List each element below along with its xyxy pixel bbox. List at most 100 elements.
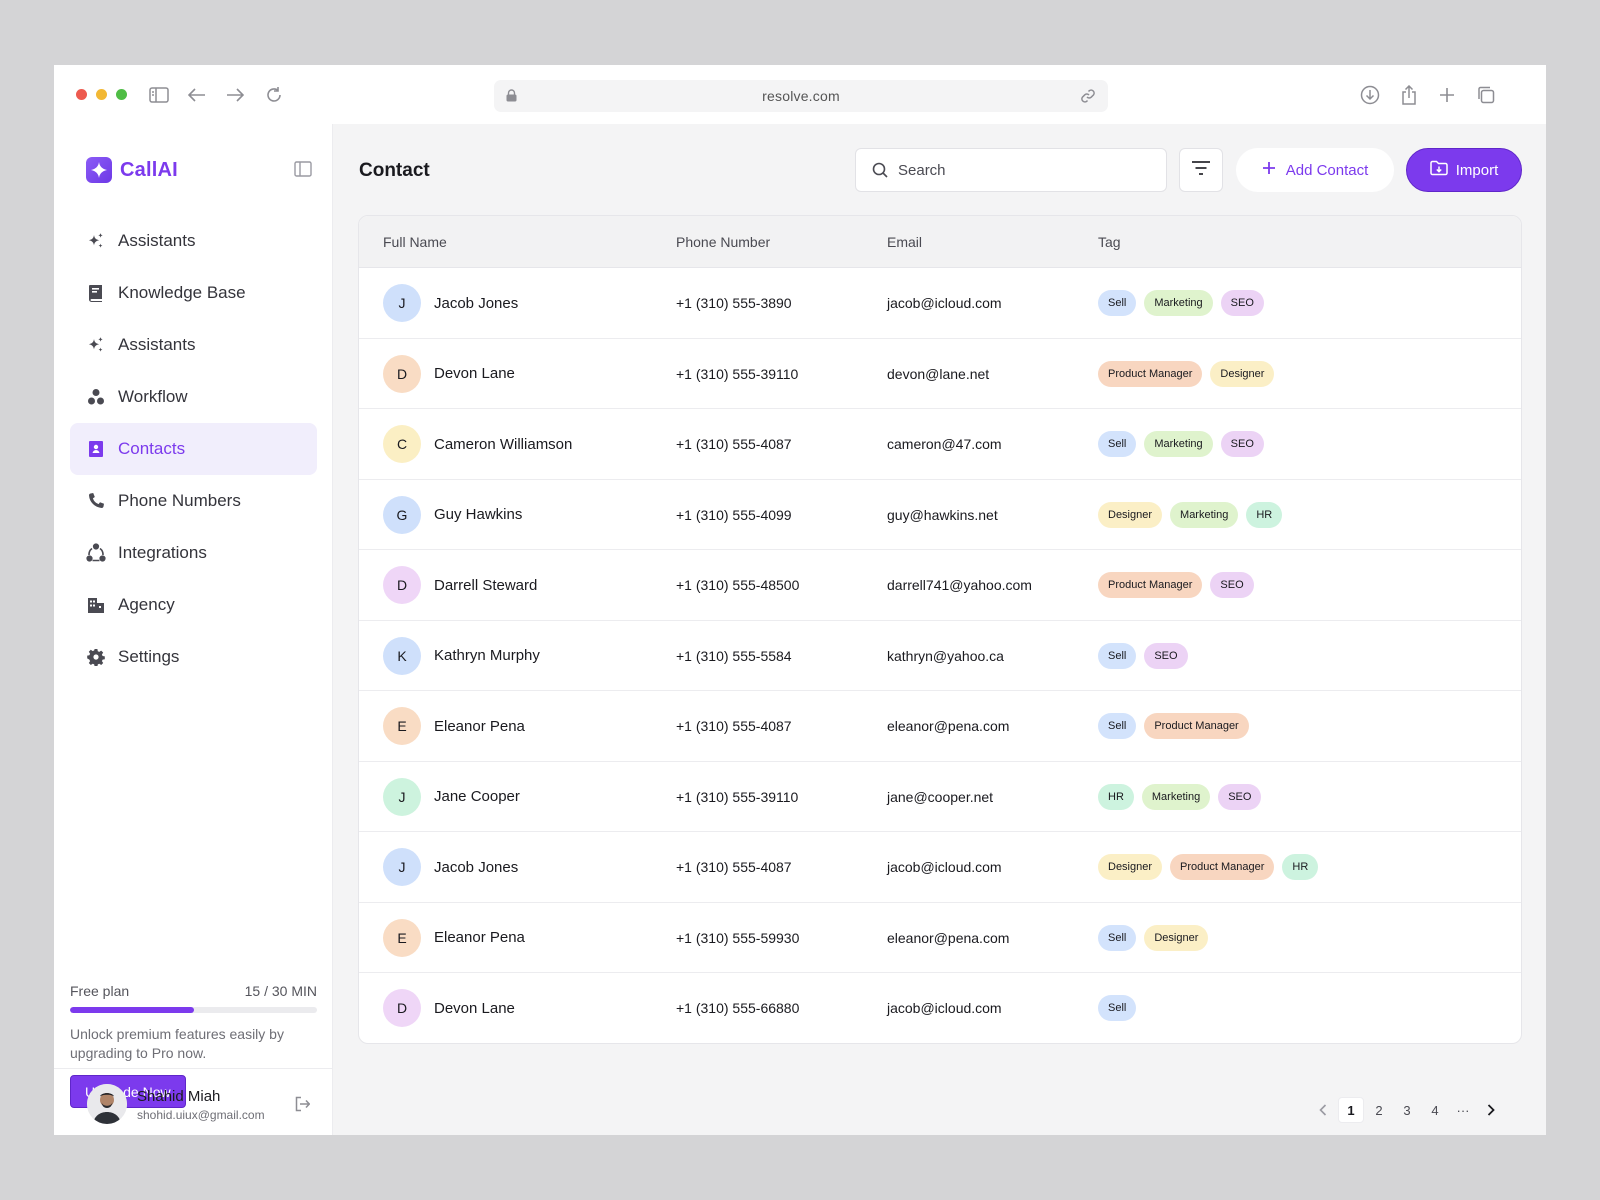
previous-page-button[interactable]: [1310, 1097, 1336, 1123]
page-button-2[interactable]: 2: [1366, 1097, 1392, 1123]
tag-badge: Product Manager: [1170, 854, 1275, 880]
cell-email: kathryn@yahoo.ca: [887, 647, 1004, 664]
user-email: shohid.uiux@gmail.com: [137, 1108, 265, 1122]
cell-phone-number: +1 (310) 555-66880: [676, 1000, 800, 1016]
plan-name: Free plan: [70, 983, 130, 999]
add-contact-label: Add Contact: [1285, 161, 1369, 179]
column-header-phone-number[interactable]: Phone Number: [676, 234, 770, 250]
tag-badge: Sell: [1098, 713, 1137, 739]
avatar[interactable]: [87, 1084, 127, 1124]
add-contact-button[interactable]: Add Contact: [1236, 148, 1394, 192]
tag-badge: Sell: [1098, 290, 1137, 316]
tag-badge: SEO: [1220, 290, 1264, 316]
search-input[interactable]: [898, 149, 1158, 191]
sidebar-item-knowledge-base[interactable]: Knowledge Base: [70, 267, 317, 319]
tag-badge: Product Manager: [1098, 572, 1203, 598]
contact-name[interactable]: Eleanor Pena: [434, 718, 525, 735]
sidebar-item-phone-numbers[interactable]: Phone Numbers: [70, 475, 317, 527]
search-box[interactable]: [855, 148, 1167, 192]
sparkle-icon: [86, 231, 106, 251]
download-icon[interactable]: [1359, 84, 1381, 106]
import-label: Import: [1455, 161, 1499, 179]
table-row[interactable]: E Eleanor Pena +1 (310) 555-59930 eleanor@p…: [359, 903, 1521, 973]
table-row[interactable]: E Eleanor Pena +1 (310) 555-4087 eleanor@pe…: [359, 691, 1521, 762]
cell-email: cameron@47.com: [887, 436, 1002, 452]
cell-email: jacob@icloud.com: [887, 859, 1002, 875]
tag-badge: SEO: [1144, 642, 1188, 669]
sidebar-item-integrations[interactable]: Integrations: [70, 527, 317, 579]
sidebar-item-label: Assistants: [118, 231, 196, 250]
column-header-full-name[interactable]: Full Name: [383, 234, 447, 250]
contact-avatar: D: [383, 989, 421, 1027]
cell-phone-number: +1 (310) 555-39110: [676, 788, 799, 805]
link-icon[interactable]: [1080, 88, 1096, 109]
contact-name[interactable]: Jacob Jones: [434, 295, 518, 312]
back-arrow-icon[interactable]: [186, 84, 208, 106]
page-button-3[interactable]: 3: [1394, 1097, 1420, 1123]
app-logo[interactable]: CallAI: [86, 157, 178, 183]
sidebar-toggle-icon[interactable]: [148, 84, 170, 106]
tag-badge: Designer: [1098, 501, 1163, 528]
cell-tags: Sell Designer: [1098, 903, 1209, 973]
contact-name[interactable]: Eleanor Pena: [434, 929, 525, 946]
table-row[interactable]: D Darrell Steward +1 (310) 555-48500 darrel…: [359, 550, 1521, 621]
table-row[interactable]: J Jacob Jones +1 (310) 555-4087 jacob@iclou…: [359, 832, 1521, 903]
workflow-icon: [86, 387, 106, 407]
page-button-4[interactable]: 4: [1422, 1097, 1448, 1123]
tab-overview-icon[interactable]: [1475, 84, 1497, 106]
forward-arrow-icon[interactable]: [224, 84, 246, 106]
tag-badge: Marketing: [1144, 431, 1213, 457]
contact-name[interactable]: Jane Cooper: [434, 788, 520, 805]
tag-badge: Sell: [1098, 431, 1137, 457]
collapse-sidebar-icon[interactable]: [294, 161, 314, 179]
tag-badge: Product Manager: [1098, 360, 1203, 387]
sidebar-item-assistants-2[interactable]: Assistants: [70, 319, 317, 371]
page-button-1[interactable]: 1: [1338, 1097, 1364, 1123]
page-list: 1234: [1337, 1097, 1449, 1123]
contact-avatar: C: [383, 425, 421, 463]
contact-name[interactable]: Guy Hawkins: [434, 506, 522, 523]
import-button[interactable]: Import: [1406, 148, 1522, 192]
sidebar-item-label: Agency: [118, 595, 175, 614]
table-row[interactable]: J Jane Cooper +1 (310) 555-39110 jane@coope…: [359, 762, 1521, 832]
cell-full-name: D Darrell Steward: [383, 550, 537, 620]
tag-badge: Sell: [1098, 642, 1137, 669]
contact-name[interactable]: Devon Lane: [434, 1000, 515, 1017]
close-window-button[interactable]: [76, 89, 87, 100]
maximize-window-button[interactable]: [116, 89, 127, 100]
logout-icon[interactable]: [294, 1096, 311, 1117]
contact-name[interactable]: Devon Lane: [434, 365, 515, 382]
contact-name[interactable]: Cameron Williamson: [434, 436, 572, 453]
table-row[interactable]: D Devon Lane +1 (310) 555-39110 devon@lane.…: [359, 339, 1521, 409]
book-icon: [86, 283, 106, 303]
sidebar-item-workflow[interactable]: Workflow: [70, 371, 317, 423]
column-header-tag[interactable]: Tag: [1098, 234, 1121, 250]
reload-icon[interactable]: [263, 84, 285, 106]
column-header-email[interactable]: Email: [887, 234, 922, 250]
table-row[interactable]: K Kathryn Murphy +1 (310) 555-5584 kathryn@…: [359, 621, 1521, 691]
tag-badge: Marketing: [1144, 290, 1213, 316]
new-tab-icon[interactable]: [1436, 84, 1458, 106]
table-row[interactable]: C Cameron Williamson +1 (310) 555-4087 came…: [359, 409, 1521, 480]
table-row[interactable]: D Devon Lane +1 (310) 555-66880 jacob@iclou…: [359, 973, 1521, 1043]
sidebar-item-assistants[interactable]: Assistants: [70, 215, 317, 267]
contact-name[interactable]: Darrell Steward: [434, 577, 537, 594]
share-icon[interactable]: [1398, 84, 1420, 106]
sidebar-item-contacts[interactable]: Contacts: [70, 423, 317, 475]
contact-name[interactable]: Kathryn Murphy: [434, 647, 540, 664]
page-title: Contact: [359, 160, 430, 181]
contact-avatar: J: [383, 284, 421, 322]
cell-email: eleanor@pena.com: [887, 929, 1010, 946]
table-row[interactable]: G Guy Hawkins +1 (310) 555-4099 guy@hawkins…: [359, 480, 1521, 550]
sidebar-item-agency[interactable]: Agency: [70, 579, 317, 631]
sidebar-item-settings[interactable]: Settings: [70, 631, 317, 683]
cell-email: jacob@icloud.com: [887, 1000, 1002, 1016]
next-page-button[interactable]: [1478, 1097, 1504, 1123]
contact-avatar: E: [383, 918, 421, 957]
minimize-window-button[interactable]: [96, 89, 107, 100]
address-bar[interactable]: resolve.com: [494, 80, 1108, 112]
filter-button[interactable]: [1179, 148, 1223, 192]
tag-badge: Marketing: [1141, 783, 1211, 810]
table-row[interactable]: J Jacob Jones +1 (310) 555-3890 jacob@iclou…: [359, 268, 1521, 339]
contact-name[interactable]: Jacob Jones: [434, 859, 518, 876]
